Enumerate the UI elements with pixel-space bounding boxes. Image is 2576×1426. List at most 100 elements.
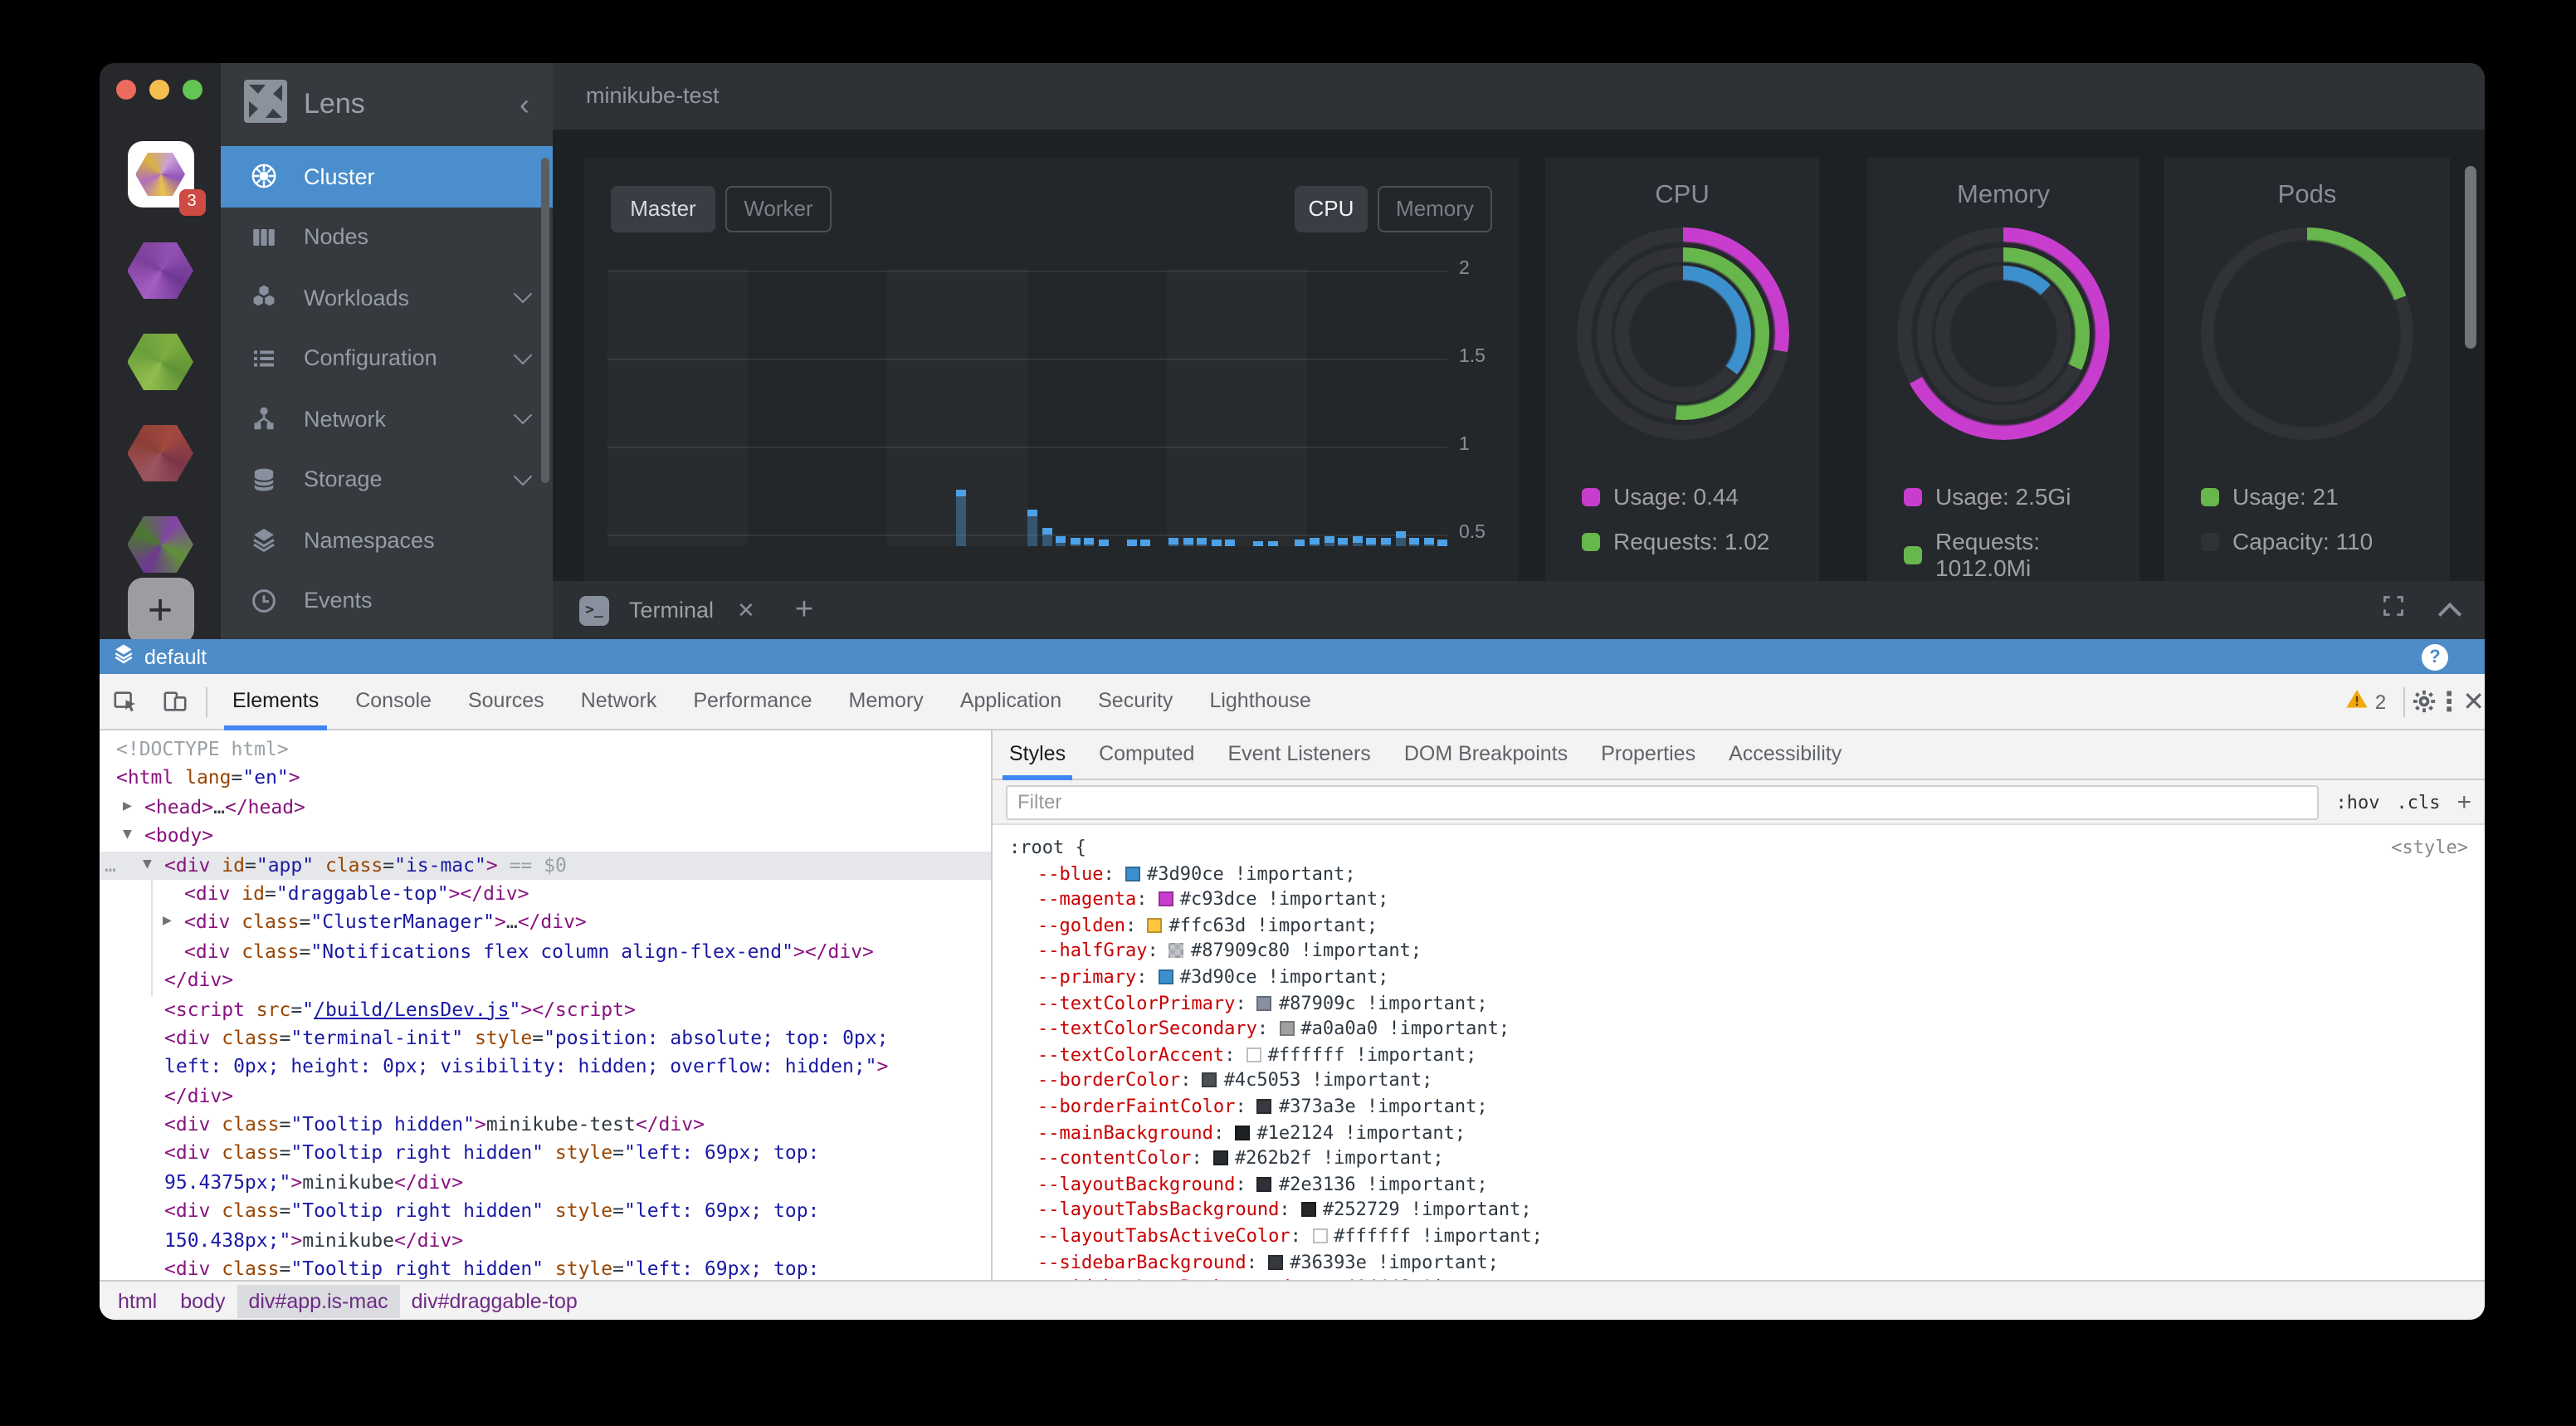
metric-tab-memory[interactable]: Memory: [1378, 186, 1492, 232]
color-swatch[interactable]: [1279, 1021, 1294, 1036]
expand-arrow-icon[interactable]: ▶: [163, 909, 172, 938]
breadcrumb-item[interactable]: div#draggable-top: [400, 1284, 589, 1317]
terminal-tab[interactable]: Terminal: [629, 598, 714, 623]
dom-tree-line[interactable]: </div>: [100, 966, 991, 995]
terminal-add-icon[interactable]: +: [795, 592, 813, 628]
breadcrumb-item[interactable]: div#app.is-mac: [237, 1284, 399, 1317]
inspect-element-icon[interactable]: [100, 689, 149, 714]
color-swatch[interactable]: [1159, 891, 1173, 906]
devtools-tab-security[interactable]: Security: [1080, 673, 1191, 730]
devtools-tab-network[interactable]: Network: [563, 673, 676, 730]
color-swatch[interactable]: [1257, 1176, 1272, 1191]
color-swatch[interactable]: [1213, 1150, 1228, 1165]
console-warnings-badge[interactable]: 2: [2335, 687, 2396, 715]
devtools-close-icon[interactable]: ✕: [2462, 685, 2485, 718]
collapse-arrow-icon[interactable]: ▼: [143, 851, 152, 880]
sidebar-item-events[interactable]: Events: [221, 570, 553, 631]
dom-tree-line[interactable]: <!DOCTYPE html>: [100, 735, 991, 764]
dock-item-cluster-4[interactable]: [100, 425, 221, 481]
dom-tree-line[interactable]: <div class="terminal-init" style="positi…: [100, 1024, 991, 1053]
zoom-window-button[interactable]: [183, 80, 202, 100]
device-toolbar-icon[interactable]: [149, 689, 199, 714]
css-variable-row[interactable]: --layoutTabsBackground: #252729 !importa…: [1009, 1198, 2468, 1223]
color-swatch[interactable]: [1235, 1125, 1250, 1140]
pseudo-state-toggle[interactable]: :hov: [2335, 791, 2379, 813]
dock-item-active-cluster[interactable]: 3: [100, 141, 221, 208]
terminal-collapse-icon[interactable]: [2438, 602, 2461, 625]
devtools-tab-application[interactable]: Application: [942, 673, 1080, 730]
color-swatch[interactable]: [1147, 918, 1162, 933]
color-swatch[interactable]: [1247, 1048, 1261, 1062]
color-swatch[interactable]: [1169, 944, 1184, 959]
color-swatch[interactable]: [1257, 995, 1272, 1010]
devtools-tab-memory[interactable]: Memory: [831, 673, 942, 730]
color-swatch[interactable]: [1257, 1099, 1272, 1114]
dom-tree-line[interactable]: <html lang="en">: [100, 764, 991, 794]
add-cluster-button[interactable]: +: [100, 578, 221, 644]
devtools-tab-lighthouse[interactable]: Lighthouse: [1191, 673, 1329, 730]
dom-tree-line[interactable]: <div class="Tooltip hidden">minikube-tes…: [100, 1111, 991, 1140]
node-filter-master[interactable]: Master: [611, 186, 715, 232]
color-swatch[interactable]: [1312, 1228, 1327, 1243]
css-variable-row[interactable]: --textColorPrimary: #87909c !important;: [1009, 990, 2468, 1016]
dom-tree-line[interactable]: 95.4375px;">minikube</div>: [100, 1169, 991, 1198]
styles-tab-styles[interactable]: Styles: [993, 730, 1082, 779]
dom-tree-line[interactable]: 150.438px;">minikube</div>: [100, 1226, 991, 1255]
sidebar-collapse-icon[interactable]: ‹: [520, 90, 529, 120]
dom-tree-line[interactable]: <div id="draggable-top"></div>: [100, 880, 991, 909]
color-swatch[interactable]: [1125, 866, 1140, 881]
new-style-rule-button[interactable]: +: [2456, 788, 2471, 816]
styles-tab-event-listeners[interactable]: Event Listeners: [1211, 730, 1387, 779]
color-swatch[interactable]: [1268, 1254, 1283, 1269]
styles-tab-properties[interactable]: Properties: [1584, 730, 1712, 779]
css-variable-row[interactable]: --halfGray: #87909c80 !important;: [1009, 939, 2468, 965]
dom-tree-line[interactable]: <div class="Tooltip right hidden" style=…: [100, 1255, 991, 1280]
node-filter-worker[interactable]: Worker: [725, 186, 832, 232]
styles-tab-computed[interactable]: Computed: [1082, 730, 1211, 779]
css-variable-row[interactable]: --borderFaintColor: #373a3e !important;: [1009, 1094, 2468, 1120]
terminal-close-icon[interactable]: ✕: [737, 597, 755, 623]
color-swatch[interactable]: [1203, 1073, 1217, 1088]
css-variable-row[interactable]: --mainBackground: #1e2124 !important;: [1009, 1120, 2468, 1145]
color-swatch[interactable]: [1159, 969, 1173, 984]
close-window-button[interactable]: [116, 80, 136, 100]
sidebar-scrollbar[interactable]: [541, 158, 549, 483]
breadcrumb-item[interactable]: body: [168, 1284, 237, 1317]
css-variable-row[interactable]: --borderColor: #4c5053 !important;: [1009, 1068, 2468, 1094]
css-variable-row[interactable]: --textColorSecondary: #a0a0a0 !important…: [1009, 1016, 2468, 1042]
devtools-menu-icon[interactable]: ⋮: [2436, 685, 2462, 718]
dom-tree-line[interactable]: <script src="/build/LensDev.js"></script…: [100, 995, 991, 1024]
minimize-window-button[interactable]: [149, 80, 169, 100]
devtools-tab-performance[interactable]: Performance: [675, 673, 830, 730]
dock-item-cluster-3[interactable]: [100, 334, 221, 390]
css-variable-row[interactable]: --sidebarBackground: #36393e !important;: [1009, 1249, 2468, 1275]
style-source-link[interactable]: <style>: [2391, 835, 2468, 861]
dom-tree-line[interactable]: <div class="Tooltip right hidden" style=…: [100, 1140, 991, 1169]
dom-tree-line[interactable]: ▶<div class="ClusterManager">…</div>: [100, 909, 991, 938]
color-swatch[interactable]: [1301, 1203, 1316, 1218]
help-button[interactable]: ?: [2422, 643, 2448, 670]
dom-tree-line[interactable]: …▼<div id="app" class="is-mac"> == $0: [100, 851, 991, 880]
dock-item-cluster-2[interactable]: [100, 242, 221, 299]
dom-tree-line[interactable]: </div>: [100, 1082, 991, 1111]
collapse-arrow-icon[interactable]: ▼: [123, 822, 132, 851]
css-variable-row[interactable]: --blue: #3d90ce !important;: [1009, 861, 2468, 886]
namespace-label[interactable]: default: [144, 645, 2422, 668]
css-variable-row[interactable]: --primary: #3d90ce !important;: [1009, 965, 2468, 990]
devtools-tab-console[interactable]: Console: [337, 673, 450, 730]
styles-filter-input[interactable]: [1006, 784, 2319, 819]
settings-gear-icon[interactable]: [2411, 689, 2436, 714]
styles-tab-dom-breakpoints[interactable]: DOM Breakpoints: [1388, 730, 1584, 779]
styles-tab-accessibility[interactable]: Accessibility: [1712, 730, 1858, 779]
css-variable-row[interactable]: --magenta: #c93dce !important;: [1009, 886, 2468, 912]
dom-tree-line[interactable]: ▼<body>: [100, 822, 991, 851]
css-variable-row[interactable]: --golden: #ffc63d !important;: [1009, 913, 2468, 939]
expand-arrow-icon[interactable]: ▶: [123, 794, 132, 823]
sidebar-item-cluster[interactable]: Cluster: [221, 146, 553, 207]
devtools-tab-elements[interactable]: Elements: [214, 673, 337, 730]
sidebar-item-configuration[interactable]: Configuration: [221, 328, 553, 388]
metric-tab-cpu[interactable]: CPU: [1295, 186, 1368, 232]
sidebar-item-namespaces[interactable]: Namespaces: [221, 510, 553, 570]
css-variable-row[interactable]: --layoutBackground: #2e3136 !important;: [1009, 1171, 2468, 1197]
css-variable-row[interactable]: --contentColor: #262b2f !important;: [1009, 1145, 2468, 1171]
